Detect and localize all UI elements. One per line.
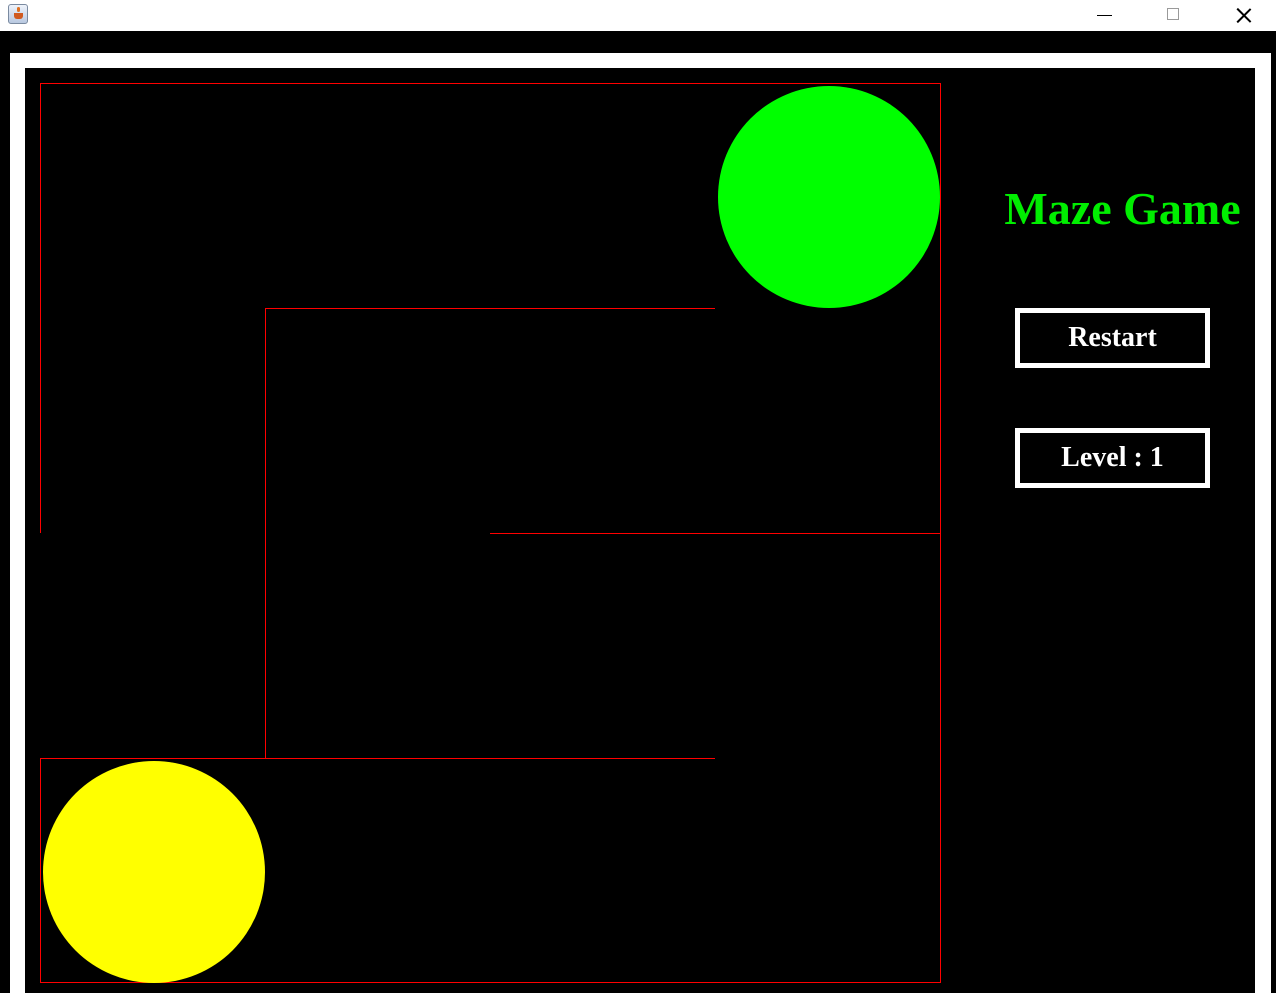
maze-board — [40, 83, 941, 983]
level-indicator: Level : 1 — [1015, 428, 1210, 488]
player-circle[interactable] — [43, 761, 265, 983]
goal-circle — [718, 86, 940, 308]
game-title: Maze Game — [1004, 183, 1241, 234]
restart-button[interactable]: Restart — [1015, 308, 1210, 368]
